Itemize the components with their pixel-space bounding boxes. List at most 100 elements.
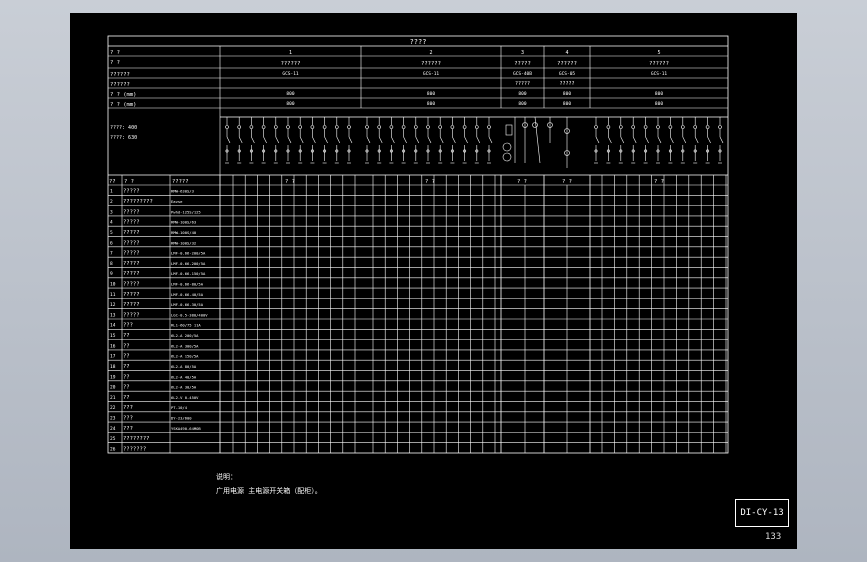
switch-blade [476,136,481,144]
switch-blade [452,136,456,144]
breaker-icon [438,125,443,129]
row-number: 20 [110,385,116,391]
row-name: ?? [123,395,130,401]
row-name: ????? [123,240,140,246]
switch-blade [238,136,243,144]
panel-width: 800 [286,91,294,97]
panel-extra: ????? [559,81,574,87]
row-number: 26 [110,446,116,452]
row-spec: LMF-0.66-30/5A [171,302,204,307]
breaker-icon [225,125,229,129]
panel-depth: 800 [563,101,571,107]
row-spec: LMF-0.66-80/5A [171,282,204,287]
row-spec: LMF-0.66-150/5A [171,271,206,276]
breaker-icon [487,125,491,129]
schematic-table: ????? ?? ?????????????? ? (mm)? ? (mm)1?… [107,35,729,454]
switch-blade [299,136,304,144]
breaker-icon [594,125,598,129]
row-spec: 6L2-V 0-450V [171,395,199,400]
panel-depth: 800 [286,101,294,107]
panel-model: GCS-11 [651,71,668,77]
row-spec: PT-10/4 [171,405,188,410]
capacitor-icon [505,124,513,136]
meter-icon [502,142,512,152]
col-header: ? ? [517,179,527,185]
drawing-sheet: ????? ?? ?????????????? ? (mm)? ? (mm) 1?… [70,13,797,549]
panel-model: GCS-11 [282,71,299,77]
row-name: ?? [123,343,130,349]
row-spec: 6L2-A 80/5A [171,364,197,369]
row-number: 8 [110,261,113,267]
row-number: 22 [110,405,116,411]
breaker-icon [347,125,351,129]
panel-number: 3 [521,50,524,56]
row-number: 5 [110,230,113,236]
switch-blade [682,136,687,144]
panel-width: 800 [563,91,571,97]
panel-model: GCS-40B [513,71,532,77]
row-spec: RL1-60/75 11A [171,323,201,328]
row-name: ?? [123,374,130,380]
row-spec: Pwhd-125S/125 [171,209,201,214]
col-header: ? ? [124,179,134,185]
breaker-icon [668,125,673,129]
row-number: 10 [110,282,116,288]
switch-blade [657,136,662,144]
breaker-icon [334,125,339,129]
panel-model: GCS-05 [559,71,576,77]
breaker-icon [656,125,660,129]
panel-depth: 800 [655,101,663,107]
row-number: 23 [110,416,116,422]
table-frame [107,35,729,454]
row-spec: 6L2-A 300/5A [171,343,199,348]
row-name: ??? [123,426,133,432]
switch-blade [707,136,711,144]
panel-number: 2 [429,50,432,56]
col-header: ? ? [562,179,572,185]
row-name: ????? [123,282,140,288]
row-number: 13 [110,312,116,318]
panel-width: 800 [655,91,663,97]
breaker-icon [631,125,636,129]
switch-blade [312,136,316,144]
row-name: ??? [123,405,133,411]
row-spec: 6L2-A 40/5A [171,374,197,379]
row-name: ??????? [123,446,146,452]
note-line: 广用电源 主电源开关箱（配柜）。 [216,487,322,495]
row-number: 15 [110,333,116,339]
row-name: ???????? [123,436,150,442]
row-number: 21 [110,395,116,401]
breaker-icon [310,125,315,129]
switch-blade [620,136,625,144]
switch-blade [464,136,468,144]
row-name: ????? [123,209,140,215]
switch-blade [415,136,420,144]
row-number: 14 [110,323,116,329]
panel-depth: 800 [518,101,526,107]
row-spec: Eavse [171,199,183,204]
col-header: ????? [172,179,189,185]
row-spec: LGC-0.5-380/400V [171,312,208,317]
breaker-icon [606,125,611,129]
panel-number: 1 [289,50,292,56]
row-name: ????? [123,230,140,236]
breaker-icon [705,125,710,129]
switch-blade [378,136,383,144]
drawing-notes: 说明： 广用电源 主电源开关箱（配柜）。 [216,470,322,498]
row-number: 1 [110,189,113,195]
row-spec: RMW-630S/3 [171,189,194,194]
breaker-icon [322,125,327,129]
switch-blade [694,136,699,144]
breaker-icon [618,125,623,129]
row-name: ?? [123,364,130,370]
row-spec: RMW-100S/63 [171,220,196,225]
row-number: 4 [110,220,113,226]
breaker-icon [426,125,430,129]
switch-blade [439,136,444,144]
panel-name: ?????? [281,61,301,67]
panel-name: ?????? [557,61,577,67]
row-spec: RMW-100S/40 [171,230,197,235]
panel-depth: 800 [427,101,435,107]
breaker-icon [298,125,302,129]
row-number: 12 [110,302,116,308]
